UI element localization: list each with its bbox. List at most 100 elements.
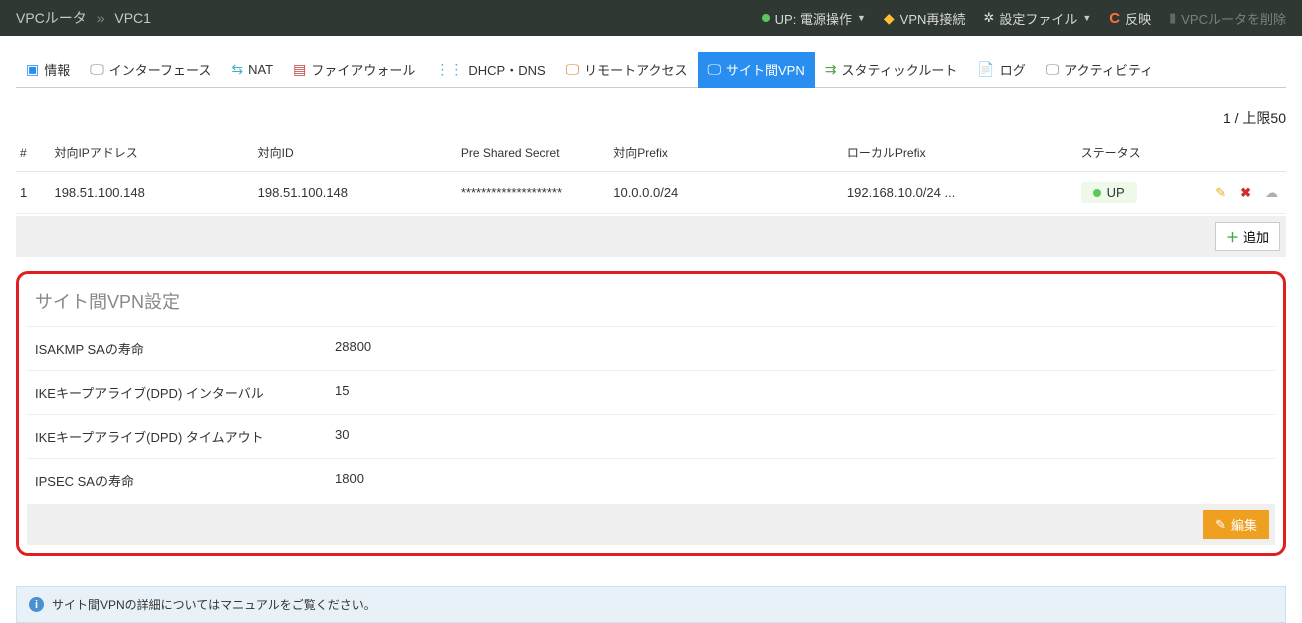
vpn-reconnect-button[interactable]: ◆ VPN再接続 — [884, 9, 966, 28]
col-num: # — [16, 134, 46, 172]
status-dot-icon — [762, 14, 770, 22]
apply-label: 反映 — [1125, 9, 1151, 28]
edit-row-button[interactable]: ✎ — [1215, 185, 1226, 201]
info-text: サイト間VPNの詳細についてはマニュアルをご覧ください。 — [52, 596, 376, 613]
power-menu[interactable]: UP: 電源操作 ▼ — [762, 9, 866, 28]
tab-interface[interactable]: 🖵 インターフェース — [80, 52, 221, 88]
gear-icon: ✲ — [983, 10, 994, 26]
col-peer-ip: 対向IPアドレス — [46, 134, 249, 172]
breadcrumb-separator: » — [97, 10, 105, 26]
plus-icon: ＋ — [1226, 227, 1239, 246]
tab-label: ファイアウォール — [311, 60, 415, 79]
row-count: 1 / 上限50 — [16, 108, 1286, 128]
dhcp-icon: ⋮⋮ — [435, 61, 463, 78]
table-row: 1 198.51.100.148 198.51.100.148 ********… — [16, 172, 1286, 214]
tab-label: アクティビティ — [1064, 60, 1153, 79]
setting-value: 28800 — [335, 339, 371, 358]
add-label: 追加 — [1243, 227, 1269, 246]
config-file-label: 設定ファイル — [999, 9, 1077, 28]
info-icon: ▣ — [26, 61, 39, 78]
cell-peer-id: 198.51.100.148 — [250, 172, 453, 214]
refresh-icon: C — [1109, 10, 1120, 27]
cell-peer-ip: 198.51.100.148 — [46, 172, 249, 214]
add-bar: ＋ 追加 — [16, 216, 1286, 257]
table-header-row: # 対向IPアドレス 対向ID Pre Shared Secret 対向Pref… — [16, 134, 1286, 172]
status-text: UP — [1107, 185, 1125, 200]
cloud-row-button[interactable]: ☁ — [1265, 185, 1278, 201]
setting-value: 1800 — [335, 471, 364, 490]
vpn-settings-title: サイト間VPN設定 — [27, 284, 1275, 326]
chevron-down-icon: ▼ — [857, 13, 866, 23]
breadcrumb-root[interactable]: VPCルータ — [16, 10, 87, 26]
tab-static-route[interactable]: ⇉スタティックルート — [815, 52, 968, 88]
status-badge: UP — [1081, 182, 1137, 203]
col-actions — [1184, 134, 1286, 172]
col-peer-prefix: 対向Prefix — [605, 134, 839, 172]
interface-icon: 🖵 — [90, 61, 104, 78]
config-file-menu[interactable]: ✲ 設定ファイル ▼ — [983, 9, 1091, 28]
cell-status: UP — [1073, 172, 1185, 214]
info-icon: i — [29, 597, 44, 612]
vpn-icon: 🖵 — [708, 61, 722, 78]
col-local-prefix: ローカルPrefix — [839, 134, 1073, 172]
breadcrumb: VPCルータ » VPC1 — [16, 8, 151, 28]
cell-psk: ******************** — [453, 172, 605, 214]
log-icon: 📄 — [977, 61, 994, 78]
route-icon: ⇉ — [825, 61, 837, 78]
tab-site-vpn[interactable]: 🖵サイト間VPN — [698, 52, 815, 88]
tab-firewall[interactable]: ▤ ファイアウォール — [283, 52, 425, 88]
edit-settings-button[interactable]: ✎ 編集 — [1203, 510, 1269, 539]
col-peer-id: 対向ID — [250, 134, 453, 172]
tab-label: サイト間VPN — [726, 60, 805, 79]
top-actions: UP: 電源操作 ▼ ◆ VPN再接続 ✲ 設定ファイル ▼ C 反映 ▮ VP… — [762, 9, 1286, 28]
add-button[interactable]: ＋ 追加 — [1215, 222, 1280, 251]
setting-label: IKEキープアライブ(DPD) インターバル — [35, 383, 335, 402]
setting-value: 30 — [335, 427, 349, 446]
warning-icon: ◆ — [884, 10, 895, 27]
tab-label: 情報 — [44, 60, 70, 79]
nat-icon: ⇆ — [231, 61, 243, 78]
cell-local-prefix: 192.168.10.0/24 ... — [839, 172, 1073, 214]
vpn-peers-table: # 対向IPアドレス 対向ID Pre Shared Secret 対向Pref… — [16, 134, 1286, 214]
tab-activity[interactable]: 🖵アクティビティ — [1036, 52, 1163, 88]
tab-info[interactable]: ▣ 情報 — [16, 52, 80, 88]
chevron-down-icon: ▼ — [1082, 13, 1091, 23]
setting-row: IPSEC SAの寿命 1800 — [27, 458, 1275, 502]
pencil-icon: ✎ — [1215, 517, 1226, 533]
setting-row: IKEキープアライブ(DPD) タイムアウト 30 — [27, 414, 1275, 458]
vpn-reconnect-label: VPN再接続 — [900, 9, 966, 28]
firewall-icon: ▤ — [293, 61, 306, 78]
col-status: ステータス — [1073, 134, 1185, 172]
vpn-settings-panel: サイト間VPN設定 ISAKMP SAの寿命 28800 IKEキープアライブ(… — [16, 271, 1286, 556]
tab-dhcp-dns[interactable]: ⋮⋮DHCP・DNS — [425, 52, 555, 88]
tab-label: インターフェース — [109, 60, 212, 79]
tab-label: NAT — [248, 62, 273, 77]
cell-peer-prefix: 10.0.0.0/24 — [605, 172, 839, 214]
remote-icon: 🖵 — [566, 61, 580, 78]
col-psk: Pre Shared Secret — [453, 134, 605, 172]
edit-label: 編集 — [1231, 515, 1257, 534]
activity-icon: 🖵 — [1046, 61, 1060, 78]
tab-remote-access[interactable]: 🖵リモートアクセス — [556, 52, 698, 88]
delete-router-button: ▮ VPCルータを削除 — [1169, 9, 1286, 28]
setting-value: 15 — [335, 383, 349, 402]
tab-label: ログ — [1000, 60, 1026, 79]
delete-label: VPCルータを削除 — [1181, 9, 1286, 28]
setting-label: IPSEC SAの寿命 — [35, 471, 335, 490]
cell-actions: ✎ ✖ ☁ — [1184, 172, 1286, 214]
tab-label: リモートアクセス — [584, 60, 687, 79]
trash-icon: ▮ — [1169, 10, 1176, 26]
tab-log[interactable]: 📄 ログ — [967, 52, 1035, 88]
setting-label: ISAKMP SAの寿命 — [35, 339, 335, 358]
setting-row: ISAKMP SAの寿命 28800 — [27, 326, 1275, 370]
breadcrumb-current: VPC1 — [114, 10, 151, 26]
status-dot-icon — [1093, 189, 1101, 197]
setting-row: IKEキープアライブ(DPD) インターバル 15 — [27, 370, 1275, 414]
power-label: UP: 電源操作 — [775, 9, 852, 28]
delete-row-button[interactable]: ✖ — [1240, 185, 1251, 201]
tab-nat[interactable]: ⇆ NAT — [221, 52, 283, 88]
setting-label: IKEキープアライブ(DPD) タイムアウト — [35, 427, 335, 446]
tab-bar: ▣情報 🖵インターフェース ⇆NAT ▤ファイアウォール ⋮⋮DHCP・DNS … — [16, 52, 1286, 88]
apply-button[interactable]: C 反映 — [1109, 9, 1151, 28]
top-bar: VPCルータ » VPC1 UP: 電源操作 ▼ ◆ VPN再接続 ✲ 設定ファ… — [0, 0, 1302, 36]
